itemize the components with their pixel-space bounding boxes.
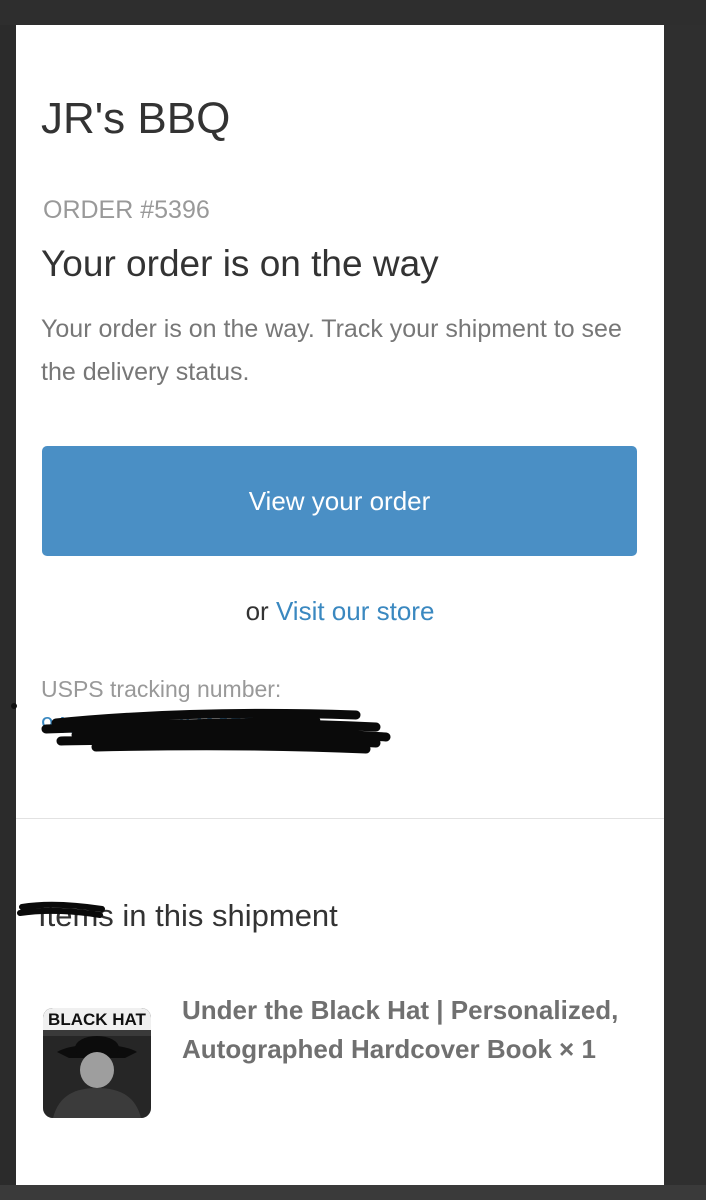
- secondary-action-row: or Visit our store: [16, 595, 664, 627]
- product-thumbnail[interactable]: BLACK HAT: [43, 1008, 151, 1118]
- bottom-bar: [0, 1185, 706, 1200]
- shipment-section-title: Items in this shipment: [38, 898, 338, 933]
- visit-store-link[interactable]: Visit our store: [276, 596, 434, 626]
- order-number: ORDER #5396: [43, 196, 210, 224]
- book-cover-image: BLACK HAT: [43, 1008, 151, 1118]
- stray-ink-dot: [11, 703, 17, 709]
- tracking-number-link[interactable]: 9400111202504165301: [41, 711, 281, 739]
- top-bar: [0, 0, 706, 25]
- book-cover-title: BLACK HAT: [48, 1010, 147, 1029]
- view-order-button[interactable]: View your order: [42, 446, 637, 556]
- product-title[interactable]: Under the Black Hat | Personalized, Auto…: [182, 991, 622, 1069]
- email-card: JR's BBQ ORDER #5396 Your order is on th…: [16, 25, 664, 1185]
- or-text: or: [245, 596, 269, 626]
- order-headline: Your order is on the way: [41, 243, 439, 284]
- shop-name: JR's BBQ: [41, 94, 231, 143]
- tracking-label: USPS tracking number:: [41, 676, 282, 702]
- order-message: Your order is on the way. Track your shi…: [41, 315, 622, 386]
- section-divider: [16, 818, 664, 819]
- page-margin-right: [664, 25, 706, 1185]
